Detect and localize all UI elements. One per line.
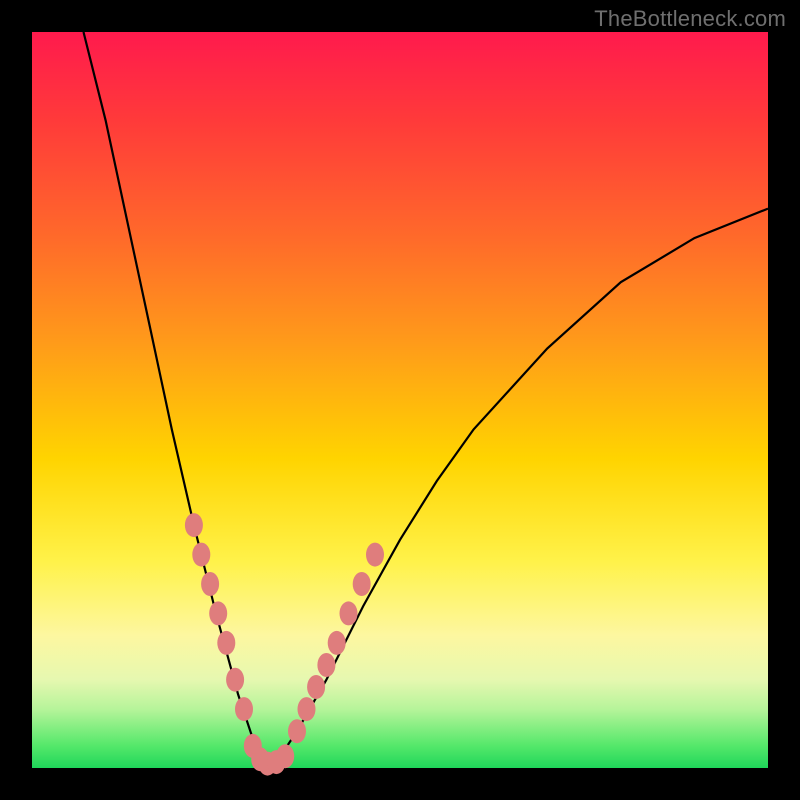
bead <box>366 543 384 567</box>
bead <box>192 543 210 567</box>
chart-frame: TheBottleneck.com <box>0 0 800 800</box>
bead <box>317 653 335 677</box>
bead <box>201 572 219 596</box>
bead <box>307 675 325 699</box>
bead <box>276 744 294 768</box>
bead <box>340 601 358 625</box>
watermark-text: TheBottleneck.com <box>594 6 786 32</box>
bead <box>288 719 306 743</box>
bead <box>209 601 227 625</box>
bead <box>353 572 371 596</box>
bead <box>226 668 244 692</box>
bead <box>298 697 316 721</box>
beads-group <box>185 513 384 776</box>
bead <box>217 631 235 655</box>
bottleneck-curve <box>84 32 769 768</box>
plot-area <box>32 32 768 768</box>
bead <box>328 631 346 655</box>
bead <box>235 697 253 721</box>
curve-layer <box>32 32 768 768</box>
bead <box>185 513 203 537</box>
